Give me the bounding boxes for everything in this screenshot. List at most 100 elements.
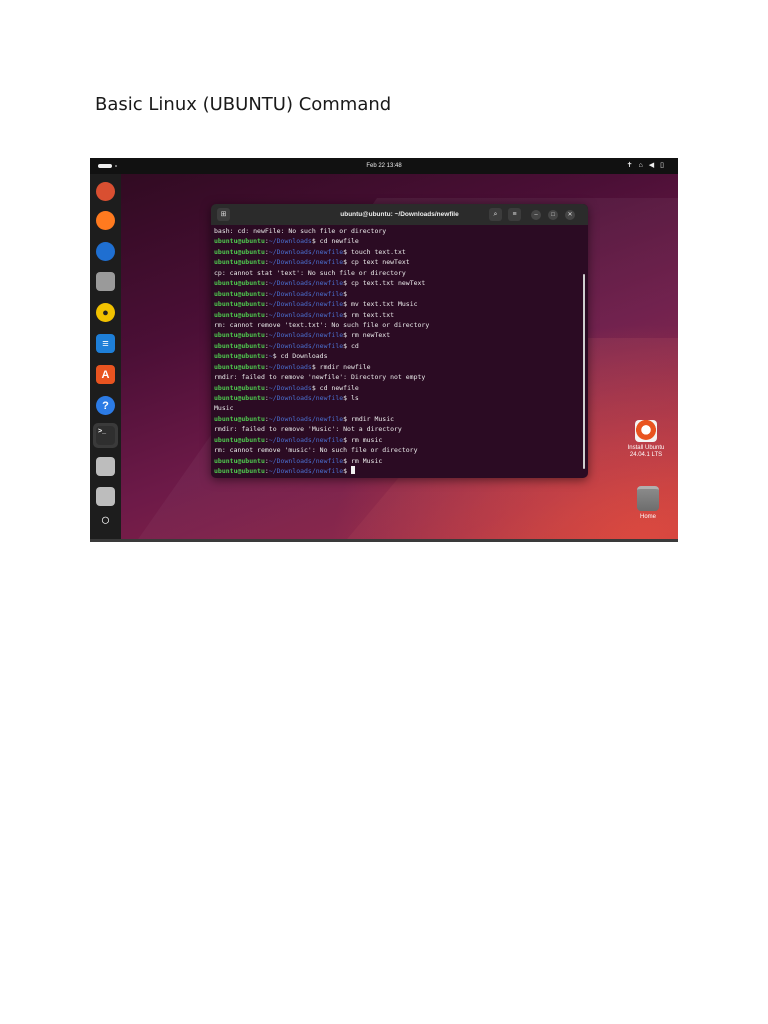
prompt-path: ~/Downloads/newfile <box>268 341 344 350</box>
desktop-icon-install-ubuntu[interactable]: Install Ubuntu 24.04.1 LTS <box>616 420 676 459</box>
menu-icon[interactable]: ≡ <box>508 208 521 221</box>
terminal-output-text: rmdir: failed to remove 'Music': Not a d… <box>214 425 402 434</box>
home-folder-icon <box>637 486 659 511</box>
prompt-user: ubuntu@ubuntu <box>214 310 265 319</box>
terminal-output-text: bash: cd: newFile: No such file or direc… <box>214 227 387 235</box>
terminal-line: rmdir: failed to remove 'newfile': Direc… <box>214 372 574 382</box>
prompt-user: ubuntu@ubuntu <box>214 300 265 309</box>
terminal-output-text: Music <box>214 404 234 413</box>
prompt-path: ~/Downloads <box>268 362 312 371</box>
command-text: rm Music <box>347 456 383 465</box>
terminal-line: ubuntu@ubuntu:~/Downloads/newfile$ rmdir… <box>214 414 395 423</box>
terminal-output-text: rmdir: failed to remove 'newfile': Direc… <box>214 373 426 382</box>
prompt-path: ~/Downloads/newfile <box>268 456 344 465</box>
prompt-user: ubuntu@ubuntu <box>214 414 265 423</box>
prompt-user: ubuntu@ubuntu <box>214 289 265 298</box>
terminal-line: ubuntu@ubuntu:~/Downloads/newfile$ cp te… <box>214 279 426 288</box>
prompt-path: ~ <box>268 352 273 361</box>
maximize-icon[interactable]: □ <box>548 210 558 220</box>
prompt-user: ubuntu@ubuntu <box>214 394 265 402</box>
terminal-line: ubuntu@ubuntu:~/Downloads/newfile$ <box>214 466 574 476</box>
terminal-line: ubuntu@ubuntu:~/Downloads/newfile$ rm Mu… <box>214 456 383 465</box>
prompt-path: ~/Downloads <box>268 237 312 246</box>
thunderbird-icon[interactable] <box>96 242 115 261</box>
clock[interactable]: Feb 22 13:48 <box>90 158 678 174</box>
firefox-icon[interactable] <box>96 211 115 230</box>
rhythmbox-icon[interactable]: ● <box>96 303 115 322</box>
command-text: cd newfile <box>315 237 359 246</box>
command-text: rm music <box>347 435 383 444</box>
prompt-user: ubuntu@ubuntu <box>214 435 265 444</box>
terminal-output-text: rm: cannot remove 'text.txt': No such fi… <box>214 320 430 329</box>
terminal-cursor <box>351 466 355 475</box>
prompt-user: ubuntu@ubuntu <box>214 456 265 465</box>
drive-icon-2[interactable] <box>96 487 115 506</box>
terminal-line: ubuntu@ubuntu:~/Downloads/newfile$ cp te… <box>214 258 410 267</box>
terminal-line: ubuntu@ubuntu:~/Downloads/newfile$ rm ne… <box>214 331 391 340</box>
volume-icon[interactable]: ◀ <box>649 162 660 169</box>
dock: ● ≡ A? >_ ○ <box>90 174 121 542</box>
command-text: mv text.txt Music <box>347 300 418 309</box>
prompt-user: ubuntu@ubuntu <box>214 467 265 476</box>
terminal-line: ubuntu@ubuntu:~/Downloads/newfile$ <box>214 289 348 298</box>
search-icon[interactable]: ⌕ <box>489 208 502 221</box>
network-icon[interactable]: ⌂ <box>639 162 649 169</box>
terminal-window[interactable]: ⊞ ubuntu@ubuntu: ~/Downloads/newfile ⌕ ≡… <box>211 204 588 478</box>
prompt-user: ubuntu@ubuntu <box>214 352 265 361</box>
prompt-path: ~/Downloads/newfile <box>268 279 344 288</box>
prompt-user: ubuntu@ubuntu <box>214 383 265 392</box>
document-title: Basic Linux (UBUNTU) Command <box>95 94 392 115</box>
prompt-user: ubuntu@ubuntu <box>214 237 265 246</box>
terminal-line: ubuntu@ubuntu:~/Downloads/newfile$ mv te… <box>214 300 418 309</box>
command-text: touch text.txt <box>347 247 406 256</box>
system-tray[interactable]: ✝⌂◀▯ <box>627 158 670 174</box>
terminal-line: ubuntu@ubuntu:~/Downloads/newfile$ rm mu… <box>214 435 383 444</box>
desktop-icon-home[interactable]: Home <box>618 486 678 521</box>
prompt-path: ~/Downloads <box>268 383 312 392</box>
command-text: cd newfile <box>315 383 359 392</box>
terminal-scrollbar[interactable] <box>583 274 585 469</box>
terminal-output-text: cp: cannot stat 'text': No such file or … <box>214 268 406 277</box>
command-text: ls <box>347 394 359 402</box>
prompt-path: ~/Downloads/newfile <box>268 467 344 476</box>
prompt-path: ~/Downloads/newfile <box>268 247 344 256</box>
prompt-path: ~/Downloads/newfile <box>268 394 344 402</box>
battery-icon[interactable]: ▯ <box>660 162 670 169</box>
installer-icon[interactable] <box>96 182 115 201</box>
prompt-user: ubuntu@ubuntu <box>214 331 265 340</box>
terminal-line: ubuntu@ubuntu:~/Downloads/newfile$ ls <box>214 394 359 402</box>
ubuntu-logo-icon[interactable]: ○ <box>96 511 115 530</box>
prompt-user: ubuntu@ubuntu <box>214 247 265 256</box>
prompt-path: ~/Downloads/newfile <box>268 300 344 309</box>
drive-icon[interactable] <box>96 457 115 476</box>
close-icon[interactable]: ✕ <box>565 210 575 220</box>
desktop-icon-label: Home <box>639 514 656 520</box>
terminal-icon[interactable]: >_ <box>96 426 115 445</box>
prompt-user: ubuntu@ubuntu <box>214 258 265 267</box>
command-text: cp text.txt newText <box>347 279 426 288</box>
terminal-line: ubuntu@ubuntu:~/Downloads/newfile$ touch… <box>214 247 406 256</box>
prompt-path: ~/Downloads/newfile <box>268 289 344 298</box>
command-text: rmdir newfile <box>315 362 371 371</box>
command-text: rm newText <box>347 331 391 340</box>
prompt-path: ~/Downloads/newfile <box>268 331 344 340</box>
install-ubuntu-icon <box>635 420 657 442</box>
ubuntu-screenshot: Feb 22 13:48 ✝⌂◀▯ ● ≡ A? >_ ○ Install Ubuntu… <box>90 158 678 542</box>
terminal-line: ubuntu@ubuntu:~$ cd Downloads <box>214 352 328 361</box>
app-center-icon[interactable]: A <box>96 365 115 384</box>
terminal-header-bar[interactable]: ⊞ ubuntu@ubuntu: ~/Downloads/newfile ⌕ ≡… <box>211 204 588 225</box>
command-text: rmdir Music <box>347 414 395 423</box>
files-icon[interactable] <box>96 272 115 291</box>
accessibility-icon[interactable]: ✝ <box>627 162 639 169</box>
help-icon[interactable]: ? <box>96 396 115 415</box>
terminal-output[interactable]: bash: cd: newFile: No such file or direc… <box>214 226 574 477</box>
command-text: rm text.txt <box>347 310 395 319</box>
minimize-icon[interactable]: – <box>531 210 541 220</box>
prompt-user: ubuntu@ubuntu <box>214 279 265 288</box>
command-text: cp text newText <box>347 258 410 267</box>
desktop-icon-label: Install Ubuntu 24.04.1 LTS <box>627 445 665 458</box>
terminal-line: ubuntu@ubuntu:~/Downloads/newfile$ rm te… <box>214 310 395 319</box>
writer-icon[interactable]: ≡ <box>96 334 115 353</box>
terminal-line: bash: cd: newFile: No such file or direc… <box>214 226 574 236</box>
prompt-path: ~/Downloads/newfile <box>268 414 344 423</box>
